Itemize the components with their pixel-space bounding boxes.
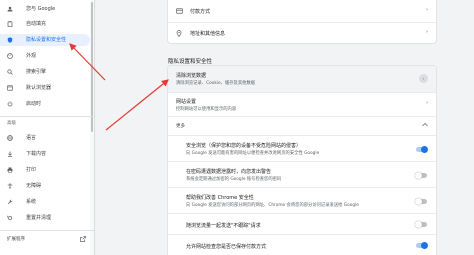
annotation-arrow-to-sidebar bbox=[69, 43, 106, 81]
annotation-arrow-to-clear-data bbox=[105, 79, 169, 131]
annotation-arrows bbox=[69, 43, 169, 131]
